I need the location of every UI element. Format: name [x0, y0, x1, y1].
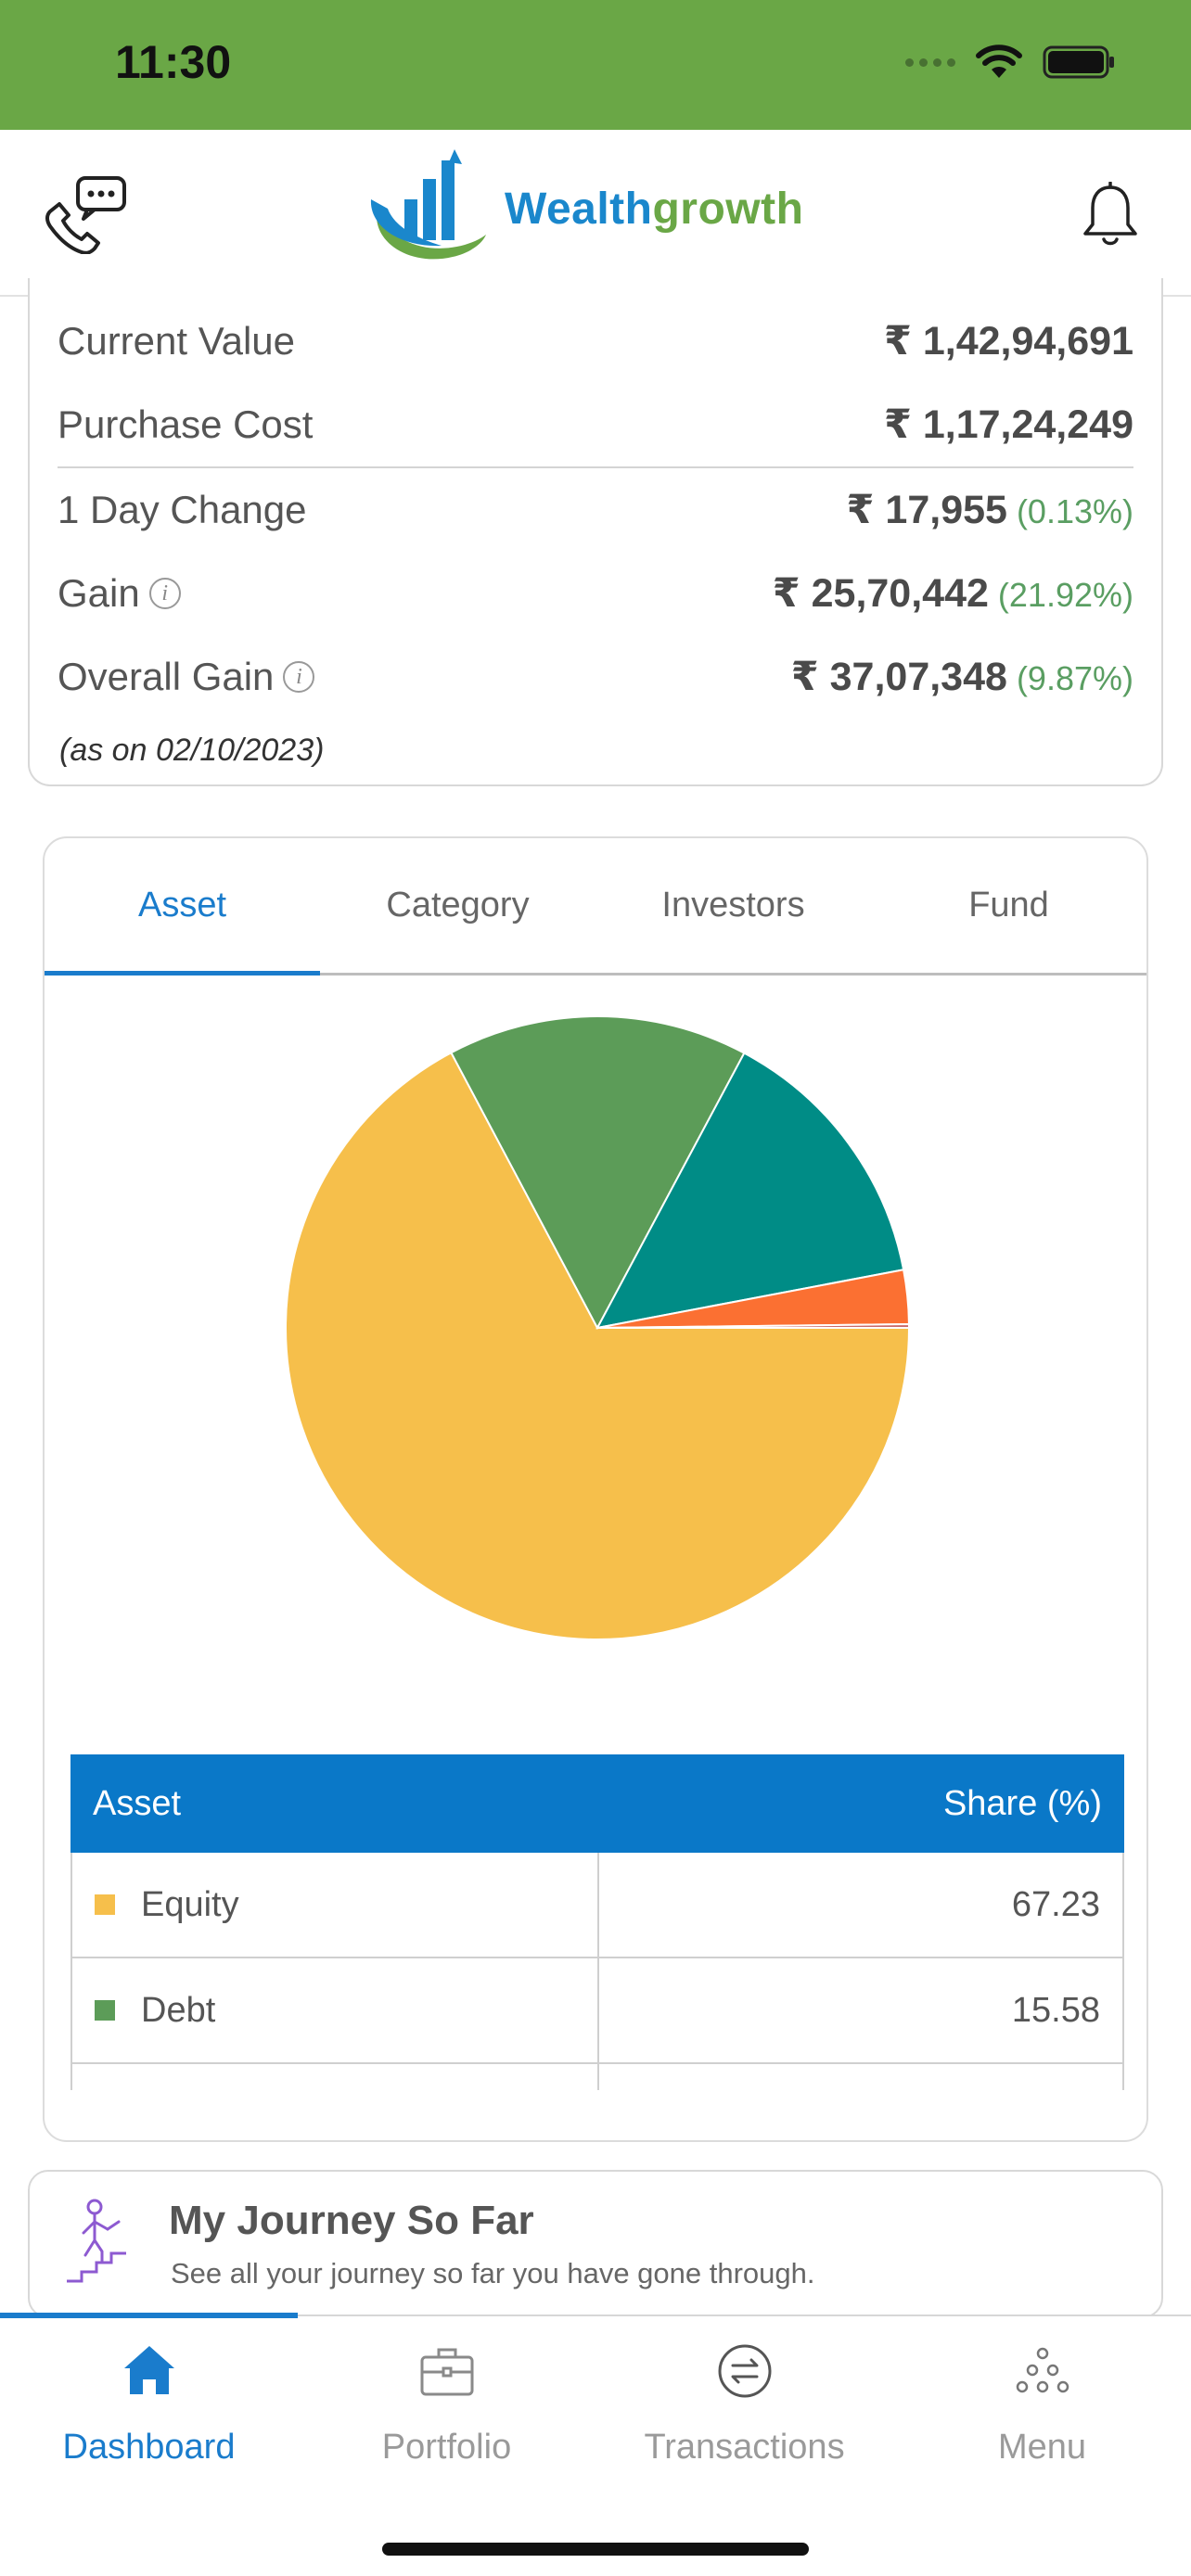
nav-transactions[interactable]: Transactions [596, 2316, 893, 2502]
battery-icon [1043, 45, 1114, 79]
exchange-icon [718, 2344, 771, 2398]
asset-name: Debt [141, 1990, 216, 2030]
day-change-label: 1 Day Change [58, 488, 307, 531]
phone-chat-support-icon[interactable] [43, 174, 128, 254]
app-header: Wealthgrowth [0, 130, 1191, 297]
summary-divider [58, 466, 1133, 468]
nav-dashboard[interactable]: Dashboard [0, 2316, 298, 2502]
tab-fund[interactable]: Fund [871, 838, 1146, 973]
header-share: Share (%) [942, 1783, 1102, 1823]
allocation-card: Asset Category Investors Fund Asset Shar… [43, 836, 1148, 2142]
table-header: Asset Share (%) [70, 1754, 1124, 1853]
wealthgrowth-logo: Wealthgrowth [367, 139, 803, 278]
status-icons [905, 45, 1117, 80]
menu-dots-icon [1016, 2347, 1069, 2393]
tab-asset[interactable]: Asset [45, 838, 320, 976]
asset-name: Equity [141, 1884, 239, 1924]
pie-chart-area [45, 976, 1146, 1680]
gain-label: Gain i [58, 571, 181, 616]
asset-pie-chart [285, 1015, 911, 1640]
tab-category[interactable]: Category [320, 838, 596, 973]
portfolio-summary-card: Current Value ₹ 1,42,94,691 Purchase Cos… [28, 278, 1163, 786]
as-on-date: (as on 02/10/2023) [59, 733, 325, 768]
tab-investors[interactable]: Investors [596, 838, 871, 973]
home-indicator [382, 2543, 809, 2556]
overall-gain-percent: (9.87%) [1016, 659, 1133, 697]
asset-share: 15.58 [1011, 1990, 1100, 2030]
overall-gain-info-icon[interactable]: i [283, 661, 315, 693]
day-change-amount: ₹ 17,955 (0.13%) [846, 488, 1133, 532]
current-value-amount: ₹ 1,42,94,691 [883, 319, 1133, 363]
table-row-partial [70, 2064, 1124, 2090]
overall-gain-row: Overall Gain i ₹ 37,07,348 (9.87%) [58, 640, 1133, 714]
day-change-percent: (0.13%) [1016, 492, 1133, 530]
table-row: Equity 67.23 [70, 1853, 1124, 1958]
table-row: Debt 15.58 [70, 1958, 1124, 2064]
gain-info-icon[interactable]: i [148, 578, 181, 609]
status-time: 11:30 [115, 36, 232, 88]
climbing-stairs-icon [67, 2199, 126, 2283]
nav-portfolio-label: Portfolio [381, 2428, 512, 2467]
gain-percent: (21.92%) [997, 576, 1133, 614]
nav-menu-label: Menu [997, 2428, 1087, 2467]
cellular-signal-icon [905, 57, 955, 67]
gain-amount: ₹ 25,70,442 (21.92%) [772, 571, 1133, 616]
day-change-row: 1 Day Change ₹ 17,955 (0.13%) [58, 473, 1133, 547]
logo-text: Wealthgrowth [505, 184, 804, 234]
active-tab-indicator [0, 2313, 298, 2318]
wifi-icon [976, 45, 1022, 78]
nav-portfolio[interactable]: Portfolio [298, 2316, 596, 2502]
nav-menu[interactable]: Menu [893, 2316, 1191, 2502]
journey-card[interactable]: My Journey So Far See all your journey s… [28, 2170, 1163, 2318]
purchase-cost-row: Purchase Cost ₹ 1,17,24,249 [58, 388, 1133, 462]
equity-swatch [95, 1894, 115, 1915]
gain-row: Gain i ₹ 25,70,442 (21.92%) [58, 556, 1133, 631]
current-value-label: Current Value [58, 319, 296, 363]
briefcase-icon [420, 2348, 473, 2396]
allocation-tabs: Asset Category Investors Fund [45, 838, 1146, 976]
notification-bell-icon[interactable] [1080, 182, 1141, 249]
logo-mark-icon [370, 149, 486, 260]
status-bar: 11:30 [0, 0, 1191, 130]
purchase-cost-label: Purchase Cost [58, 402, 314, 446]
overall-gain-label: Overall Gain i [58, 655, 315, 699]
purchase-cost-amount: ₹ 1,17,24,249 [883, 402, 1133, 447]
asset-share-table: Asset Share (%) Equity 67.23 Debt 15.58 [70, 1754, 1124, 2090]
journey-subtitle: See all your journey so far you have gon… [171, 2257, 815, 2289]
current-value-row: Current Value ₹ 1,42,94,691 [58, 304, 1133, 378]
debt-swatch [95, 2000, 115, 2021]
nav-transactions-label: Transactions [644, 2428, 845, 2467]
bottom-navigation: Dashboard Portfolio Transactions Menu [0, 2313, 1191, 2576]
journey-title: My Journey So Far [169, 2198, 534, 2243]
overall-gain-amount: ₹ 37,07,348 (9.87%) [790, 655, 1133, 699]
home-icon [123, 2346, 174, 2394]
asset-share: 67.23 [1011, 1884, 1100, 1924]
header-asset: Asset [93, 1783, 182, 1823]
nav-dashboard-label: Dashboard [62, 2428, 236, 2467]
